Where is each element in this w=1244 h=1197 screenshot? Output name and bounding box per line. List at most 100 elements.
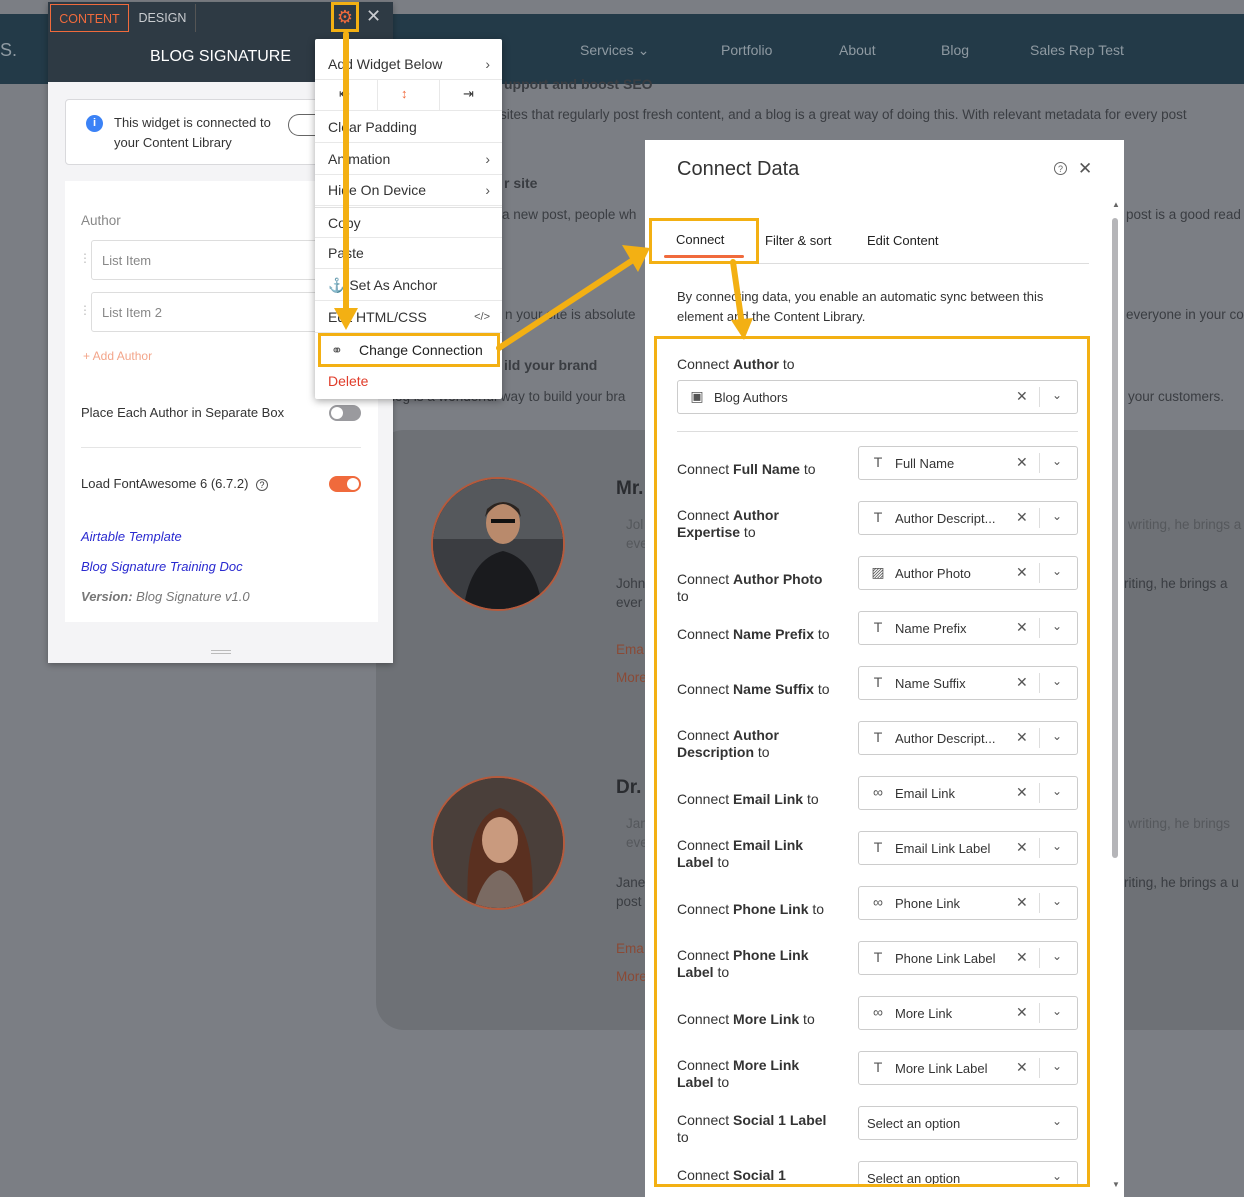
tab-edit-content[interactable]: Edit Content	[867, 233, 939, 248]
field-select[interactable]: T Full Name ✕ ⌄	[858, 446, 1078, 480]
nav-services[interactable]: Services ⌄	[580, 42, 649, 59]
training-doc-link[interactable]: Blog Signature Training Doc	[81, 559, 243, 574]
modal-scrollbar[interactable]: ▲ ▼	[1112, 200, 1120, 1190]
help-icon[interactable]: ?	[1054, 162, 1067, 175]
add-author-button[interactable]: + Add Author	[83, 349, 152, 363]
tab-content[interactable]: CONTENT	[50, 4, 129, 32]
menu-hide-on-device[interactable]: Hide On Device ›	[315, 175, 502, 206]
menu-clear-padding[interactable]: Clear Padding	[315, 112, 502, 143]
help-icon[interactable]: ?	[256, 479, 269, 491]
source-select[interactable]: ▣ Blog Authors ✕ ⌄	[677, 380, 1078, 414]
field-select-value: Name Prefix	[895, 621, 967, 636]
menu-animation[interactable]: Animation ›	[315, 144, 502, 175]
field-select[interactable]: Select an option ⌄	[858, 1106, 1078, 1140]
field-select[interactable]: T Author Descript... ✕ ⌄	[858, 501, 1078, 535]
chevron-down-icon[interactable]: ⌄	[1052, 454, 1062, 468]
resize-handle-icon[interactable]	[211, 650, 231, 654]
chevron-down-icon[interactable]: ⌄	[1052, 564, 1062, 578]
arrow-menu-to-connect-tab	[496, 255, 639, 351]
gear-icon[interactable]: ⚙	[331, 2, 359, 32]
nav-portfolio[interactable]: Portfolio	[721, 42, 772, 58]
close-icon[interactable]: ✕	[1078, 159, 1092, 179]
align-center-icon[interactable]: ↕	[401, 86, 408, 101]
chevron-down-icon[interactable]: ⌄	[1052, 619, 1062, 633]
drag-handle-icon[interactable]: ⋮	[79, 303, 91, 317]
bg-text: post is a good read	[1126, 207, 1241, 222]
chevron-down-icon[interactable]: ⌄	[1052, 1169, 1062, 1183]
author-text: writing, he brings a	[1128, 517, 1242, 532]
author-text: riting, he brings a	[1124, 576, 1228, 591]
nav-sales-rep-test[interactable]: Sales Rep Test	[1030, 42, 1124, 58]
clear-icon[interactable]: ✕	[1016, 388, 1028, 405]
clear-icon[interactable]: ✕	[1016, 1059, 1028, 1076]
clear-icon[interactable]: ✕	[1016, 839, 1028, 856]
clear-icon[interactable]: ✕	[1016, 564, 1028, 581]
align-left-icon[interactable]: ⇤	[339, 86, 350, 102]
tab-filter-sort[interactable]: Filter & sort	[765, 233, 831, 248]
chevron-down-icon[interactable]: ⌄	[1052, 1114, 1062, 1128]
chevron-down-icon[interactable]: ⌄	[1052, 1004, 1062, 1018]
field-select[interactable]: T Author Descript... ✕ ⌄	[858, 721, 1078, 755]
drag-handle-icon[interactable]: ⋮	[79, 251, 91, 265]
bg-text: sites that regularly post fresh content,…	[500, 107, 1187, 122]
field-select[interactable]: ∞ More Link ✕ ⌄	[858, 996, 1078, 1030]
airtable-template-link[interactable]: Airtable Template	[81, 529, 182, 544]
author-email-link[interactable]: Ema	[616, 642, 644, 657]
clear-icon[interactable]: ✕	[1016, 1004, 1028, 1021]
menu-delete[interactable]: Delete	[315, 366, 502, 397]
field-select-value: Author Descript...	[895, 731, 996, 746]
clear-icon[interactable]: ✕	[1016, 729, 1028, 746]
clear-icon[interactable]: ✕	[1016, 949, 1028, 966]
close-icon[interactable]: ✕	[366, 6, 381, 27]
fontawesome-toggle[interactable]	[329, 476, 361, 492]
chevron-down-icon[interactable]: ⌄	[1052, 729, 1062, 743]
clear-icon[interactable]: ✕	[1016, 454, 1028, 471]
field-select[interactable]: T Name Prefix ✕ ⌄	[858, 611, 1078, 645]
menu-add-widget-below[interactable]: Add Widget Below ›	[315, 49, 502, 80]
chevron-down-icon[interactable]: ⌄	[1052, 839, 1062, 853]
chevron-down-icon[interactable]: ⌄	[1052, 784, 1062, 798]
nav-about[interactable]: About	[839, 42, 876, 58]
author-label: Author	[81, 213, 121, 228]
field-select[interactable]: T More Link Label ✕ ⌄	[858, 1051, 1078, 1085]
separate-box-toggle[interactable]	[329, 405, 361, 421]
list-item[interactable]: List Item	[91, 240, 321, 280]
tab-connect[interactable]: Connect	[649, 218, 759, 264]
chevron-down-icon[interactable]: ⌄	[1052, 674, 1062, 688]
menu-paste[interactable]: Paste	[315, 238, 502, 269]
author-more-link[interactable]: More	[616, 969, 647, 984]
field-select[interactable]: T Phone Link Label ✕ ⌄	[858, 941, 1078, 975]
clear-icon[interactable]: ✕	[1016, 619, 1028, 636]
field-select[interactable]: T Email Link Label ✕ ⌄	[858, 831, 1078, 865]
author-avatar	[431, 776, 565, 910]
menu-change-connection[interactable]: ⚭ Change Connection	[318, 333, 500, 367]
chevron-down-icon[interactable]: ⌄	[1052, 894, 1062, 908]
author-more-link[interactable]: More	[616, 670, 647, 685]
tab-design[interactable]: DESIGN	[130, 4, 196, 32]
menu-copy[interactable]: Copy	[315, 207, 502, 238]
field-select-value: Phone Link Label	[895, 951, 996, 966]
align-right-icon[interactable]: ⇥	[463, 86, 474, 102]
author-email-link[interactable]: Ema	[616, 941, 644, 956]
chevron-down-icon[interactable]: ⌄	[1052, 509, 1062, 523]
field-select[interactable]: ∞ Email Link ✕ ⌄	[858, 776, 1078, 810]
field-select[interactable]: T Name Suffix ✕ ⌄	[858, 666, 1078, 700]
field-label: Connect More Link to	[677, 1011, 815, 1027]
bg-text: a new post, people wh	[502, 207, 637, 222]
modal-tabs: Connect Filter & sort Edit Content	[649, 218, 1089, 264]
clear-icon[interactable]: ✕	[1016, 509, 1028, 526]
nav-blog[interactable]: Blog	[941, 42, 969, 58]
menu-set-as-anchor[interactable]: ⚓ Set As Anchor	[315, 270, 502, 301]
list-item[interactable]: List Item 2	[91, 292, 321, 332]
menu-edit-html-css[interactable]: Edit HTML/CSS </>	[315, 302, 502, 333]
field-select[interactable]: ▨ Author Photo ✕ ⌄	[858, 556, 1078, 590]
field-select[interactable]: ∞ Phone Link ✕ ⌄	[858, 886, 1078, 920]
clear-icon[interactable]: ✕	[1016, 894, 1028, 911]
chevron-down-icon[interactable]: ⌄	[1052, 388, 1062, 402]
collection-icon: ▣	[690, 388, 704, 404]
chevron-down-icon[interactable]: ⌄	[1052, 949, 1062, 963]
clear-icon[interactable]: ✕	[1016, 784, 1028, 801]
field-select[interactable]: Select an option ⌄	[858, 1161, 1078, 1184]
chevron-down-icon[interactable]: ⌄	[1052, 1059, 1062, 1073]
clear-icon[interactable]: ✕	[1016, 674, 1028, 691]
